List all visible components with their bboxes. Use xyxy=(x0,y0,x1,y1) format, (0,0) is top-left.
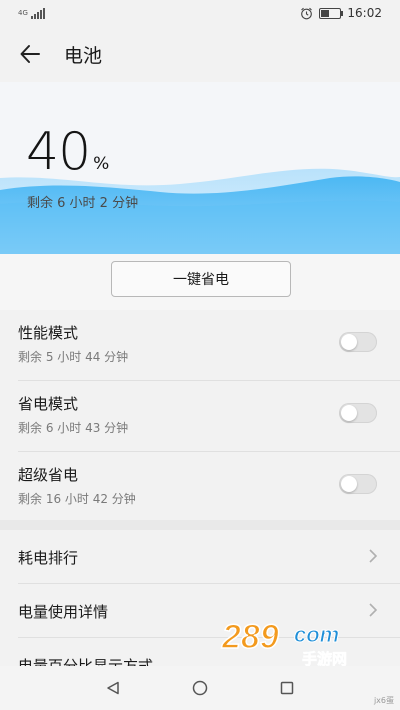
app-bar: 电池 xyxy=(0,26,400,82)
network-type-label: 4G xyxy=(18,8,28,17)
battery-percent-unit: % xyxy=(93,154,110,174)
clock: 16:02 xyxy=(347,6,382,20)
system-navigation-bar xyxy=(0,666,400,710)
status-right: 16:02 xyxy=(300,6,400,20)
mode-subtitle: 剩余 5 小时 44 分钟 xyxy=(18,350,129,364)
one-key-save-button[interactable]: 一键省电 xyxy=(111,261,291,297)
alarm-icon xyxy=(301,7,313,19)
recents-square-icon xyxy=(280,681,293,695)
arrow-left-icon xyxy=(20,45,40,63)
page-title: 电池 xyxy=(64,44,103,67)
back-triangle-icon xyxy=(107,681,120,695)
mode-item-performance: 性能模式 剩余 5 小时 44 分钟 xyxy=(18,310,400,381)
battery-percent: 40 % xyxy=(26,126,109,178)
status-bar: 4G 16:02 xyxy=(0,0,400,26)
one-key-save-area: 一键省电 xyxy=(0,254,400,310)
power-saving-mode-toggle[interactable] xyxy=(339,403,377,423)
watermark-suffix: com xyxy=(294,622,339,647)
site-watermark-logo: 289 com 手游网 xyxy=(220,617,347,668)
mode-item-power-saving: 省电模式 剩余 6 小时 43 分钟 xyxy=(18,381,400,452)
toggle-knob xyxy=(341,476,357,492)
remaining-time: 剩余 6 小时 2 分钟 xyxy=(27,196,139,211)
power-mode-list: 性能模式 剩余 5 小时 44 分钟 省电模式 剩余 6 小时 43 分钟 超级… xyxy=(0,310,400,522)
ultra-saving-mode-toggle[interactable] xyxy=(339,474,377,494)
mode-subtitle: 剩余 16 小时 42 分钟 xyxy=(18,492,136,506)
nav-home-button[interactable] xyxy=(180,668,220,708)
nav-label: 电量使用详情 xyxy=(18,603,109,621)
mode-subtitle: 剩余 6 小时 43 分钟 xyxy=(18,421,129,435)
battery-level-fill xyxy=(321,9,330,17)
battery-icon xyxy=(319,7,344,19)
mode-item-ultra-saving: 超级省电 剩余 16 小时 42 分钟 xyxy=(18,452,400,522)
status-left: 4G xyxy=(0,7,45,19)
signal-icon xyxy=(30,7,45,19)
watermark-main: 289 xyxy=(221,618,279,656)
toggle-knob xyxy=(341,334,357,350)
battery-hero: 40 % 剩余 6 小时 2 分钟 xyxy=(0,82,400,254)
chevron-right-icon xyxy=(369,549,378,563)
performance-mode-toggle[interactable] xyxy=(339,332,377,352)
battery-percent-value: 40 xyxy=(26,122,91,182)
corner-watermark: jx6蛋 xyxy=(373,696,394,705)
toggle-knob xyxy=(341,405,357,421)
nav-back-button[interactable] xyxy=(93,668,133,708)
mode-title: 性能模式 xyxy=(18,324,79,342)
nav-item-power-ranking[interactable]: 耗电排行 xyxy=(18,530,400,584)
mode-title: 超级省电 xyxy=(18,466,79,484)
home-circle-icon xyxy=(192,680,208,696)
back-button[interactable] xyxy=(0,26,60,82)
section-divider xyxy=(0,520,400,530)
nav-recents-button[interactable] xyxy=(267,668,307,708)
nav-label: 耗电排行 xyxy=(18,549,79,567)
mode-title: 省电模式 xyxy=(18,395,79,413)
